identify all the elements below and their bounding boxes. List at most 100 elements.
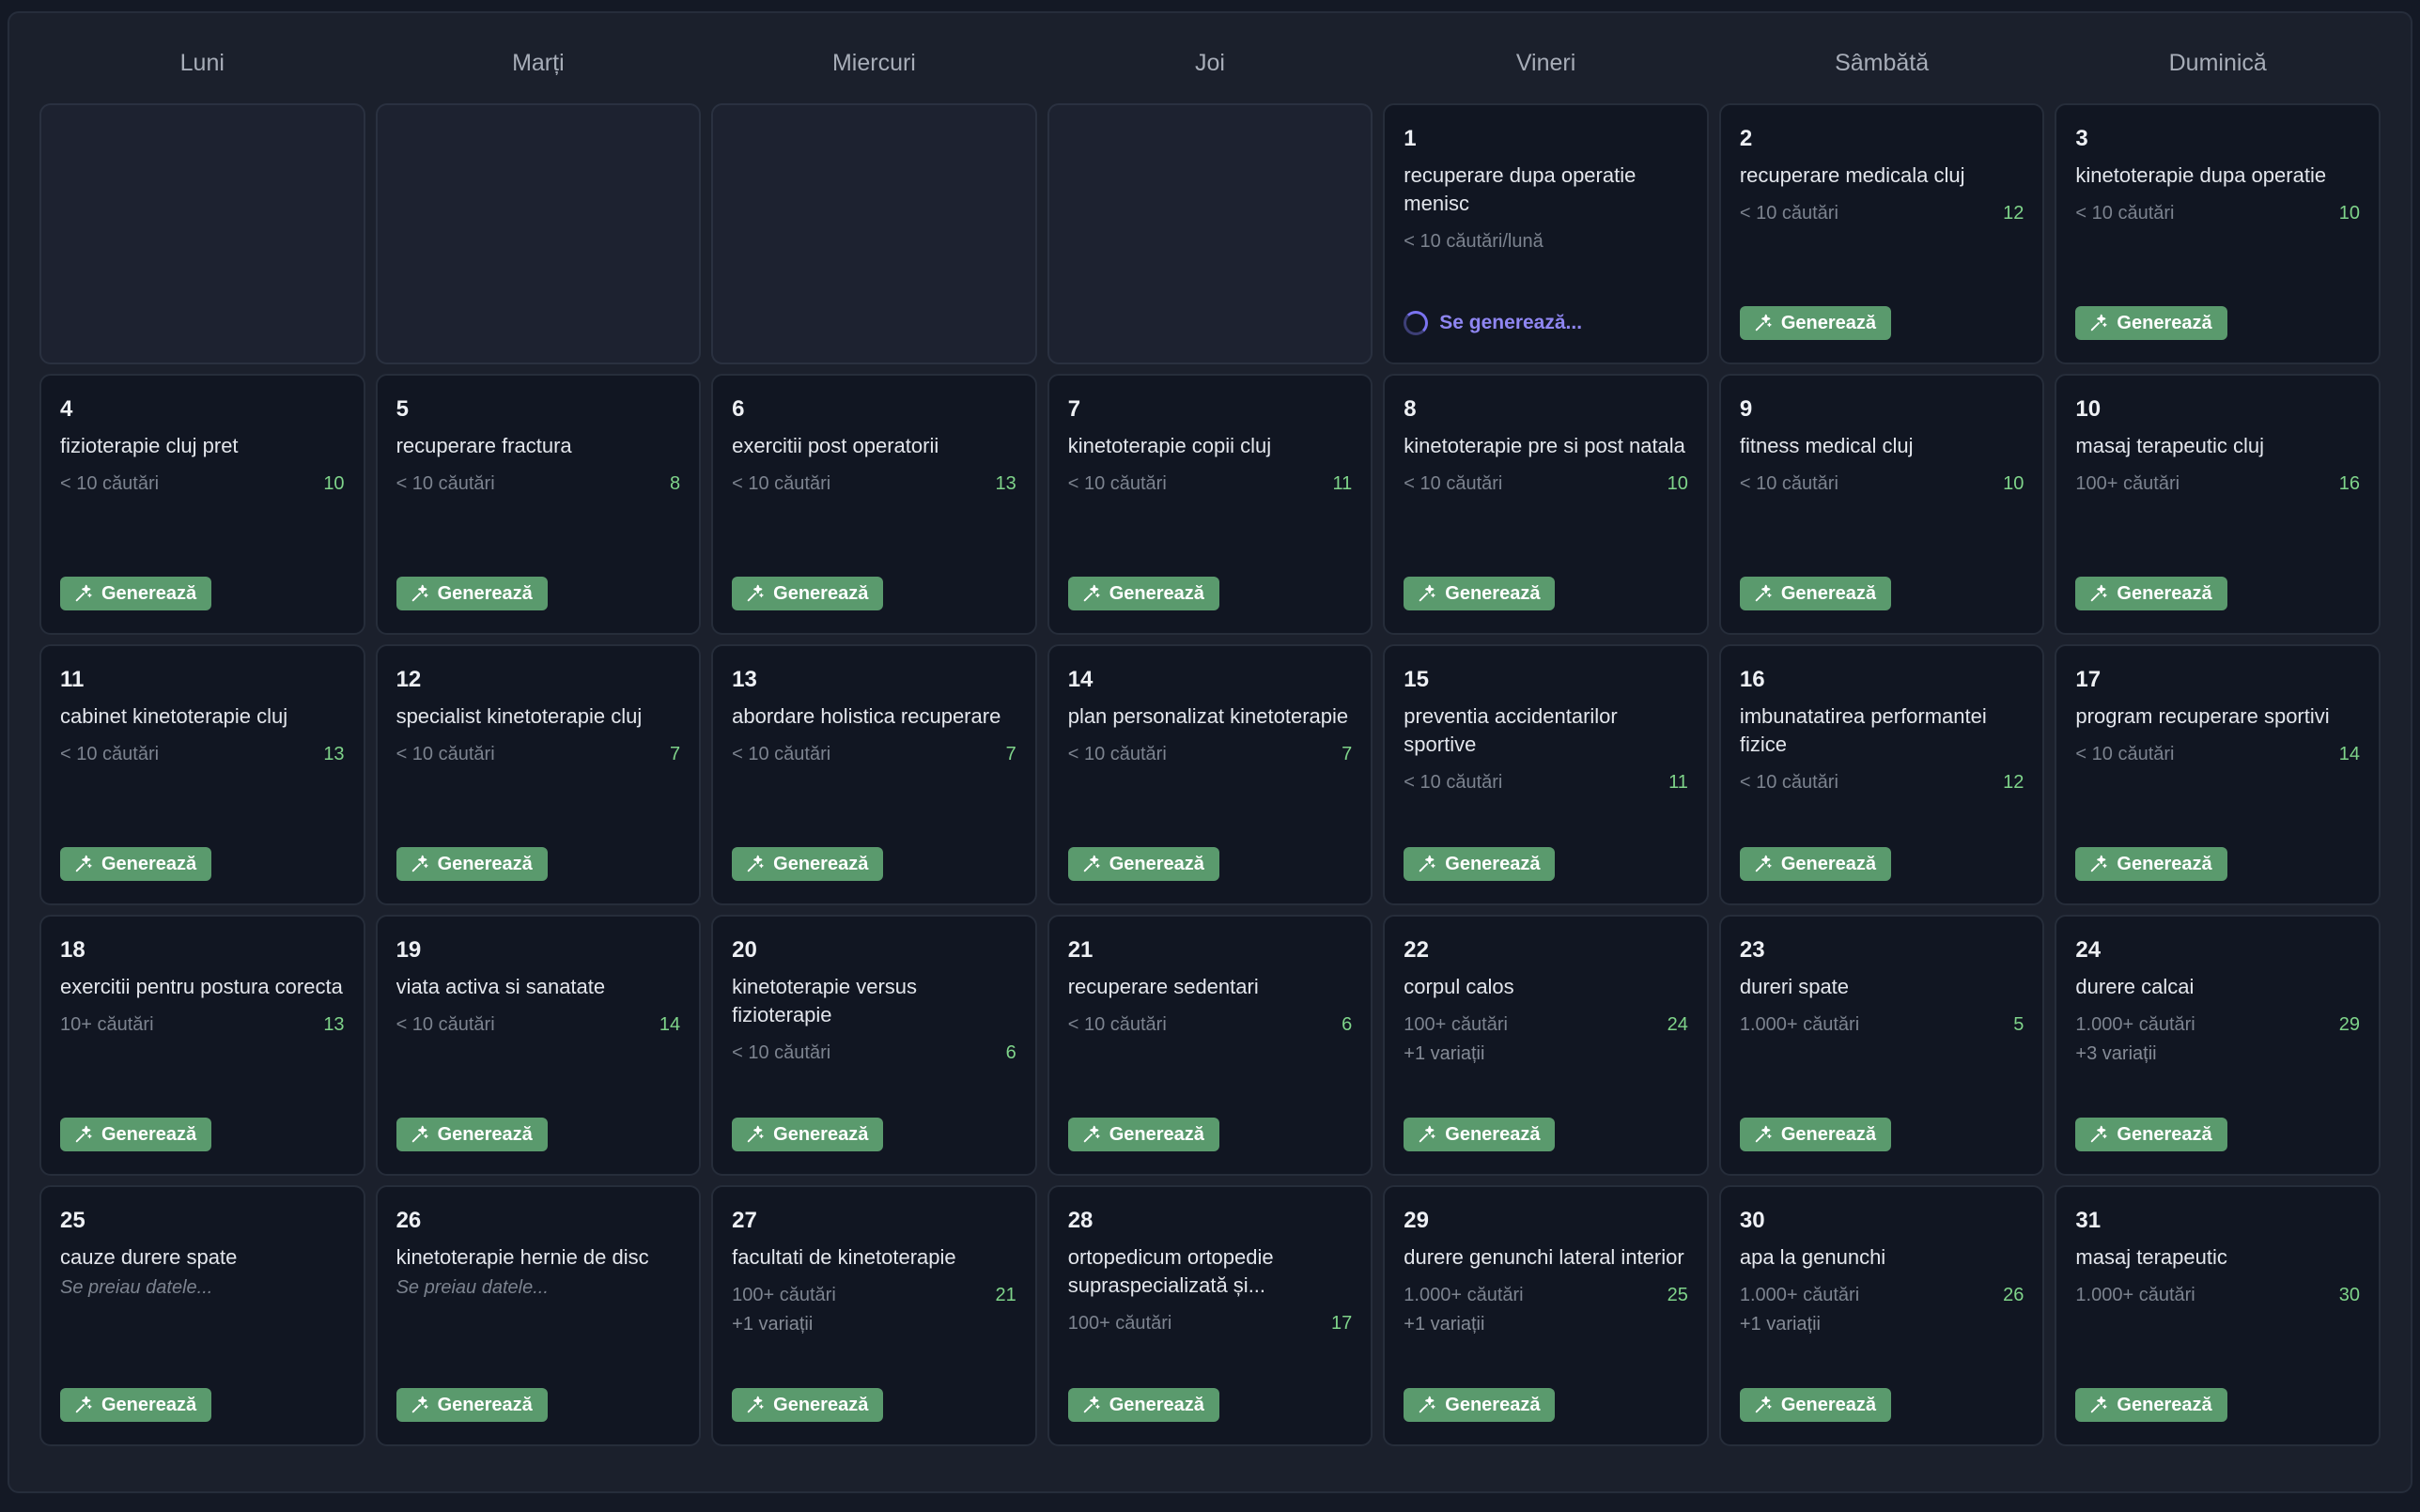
- day-cell: 10 masaj terapeutic cluj 100+ căutări 16 Gen…: [2055, 374, 2381, 635]
- generate-button[interactable]: Generează: [1739, 847, 1892, 881]
- generate-button[interactable]: Generează: [1067, 577, 1219, 610]
- keyword-meta: < 10 căutări 14: [2075, 744, 2360, 765]
- keyword-meta: < 10 căutări 12: [1740, 772, 2024, 794]
- keyword-title: abordare holistica recuperare: [732, 704, 1001, 728]
- generate-button[interactable]: Generează: [732, 847, 884, 881]
- generate-button-label: Generează: [1780, 853, 1877, 874]
- loading-text: Se preiau datele...: [396, 1277, 549, 1298]
- generate-button[interactable]: Generează: [1067, 1118, 1219, 1151]
- generate-button-label: Generează: [437, 582, 533, 604]
- sparkle-icon: [1417, 1124, 1437, 1145]
- generate-button[interactable]: Generează: [2075, 306, 2227, 340]
- keyword-score: 10: [1667, 473, 1688, 494]
- generate-button-label: Generează: [1445, 1394, 1541, 1415]
- weekday-label: Marți: [512, 49, 565, 76]
- keyword-title: preventia accidentarilor sportive: [1404, 704, 1618, 756]
- generate-button[interactable]: Generează: [60, 1118, 212, 1151]
- day-cell: 20 kinetoterapie versus fizioterapie < 10 …: [711, 915, 1037, 1176]
- generate-button[interactable]: Generează: [60, 577, 212, 610]
- day-number: 2: [1739, 126, 1753, 151]
- generate-button-label: Generează: [1109, 853, 1204, 874]
- keyword-meta: < 10 căutări 11: [1068, 473, 1353, 495]
- generate-button[interactable]: Generează: [396, 1118, 548, 1151]
- sparkle-icon: [410, 583, 430, 604]
- search-volume: < 10 căutări: [60, 744, 160, 764]
- generate-button[interactable]: Generează: [396, 577, 548, 610]
- sparkle-icon: [2088, 1395, 2109, 1415]
- keyword-score: 26: [2003, 1285, 2024, 1305]
- generate-button[interactable]: Generează: [60, 1388, 212, 1422]
- generate-button[interactable]: Generează: [732, 1388, 884, 1422]
- day-number: 24: [2075, 937, 2102, 963]
- spinner-icon: [1404, 311, 1429, 335]
- day-number: 19: [396, 937, 422, 963]
- keyword-title: apa la genunchi: [1739, 1245, 1886, 1269]
- keyword-title: durere calcai: [2075, 975, 2195, 998]
- keyword-score: 7: [670, 744, 681, 764]
- generate-button[interactable]: Generează: [1067, 847, 1219, 881]
- search-volume: < 10 căutări: [396, 744, 495, 764]
- generate-button[interactable]: Generează: [2075, 847, 2227, 881]
- generate-button-label: Generează: [2117, 853, 2212, 874]
- keyword-score: 17: [1331, 1313, 1353, 1334]
- search-volume: 10+ căutări: [60, 1014, 154, 1035]
- keyword-score: 13: [995, 473, 1016, 494]
- search-volume: 1.000+ căutări: [1739, 1014, 1860, 1035]
- search-volume: < 10 căutări: [732, 473, 831, 494]
- sparkle-icon: [73, 583, 94, 604]
- day-number: 21: [1067, 937, 1094, 963]
- day-number: 27: [732, 1208, 757, 1233]
- day-number: 5: [396, 396, 409, 422]
- keyword-score: 11: [1668, 772, 1688, 793]
- keyword-title: exercitii post operatorii: [732, 434, 939, 457]
- generate-button-label: Generează: [1109, 1394, 1204, 1415]
- keyword-score: 10: [2338, 203, 2360, 224]
- generate-button[interactable]: Generează: [1404, 1388, 1556, 1422]
- generate-button-label: Generează: [773, 1123, 869, 1145]
- sparkle-icon: [1081, 583, 1102, 604]
- weekday-label: Sâmbătă: [1835, 49, 1930, 76]
- generate-button[interactable]: Generează: [2075, 1118, 2227, 1151]
- empty-day-cell: [39, 103, 365, 364]
- day-number: 6: [732, 396, 745, 422]
- generate-button[interactable]: Generează: [1404, 847, 1556, 881]
- generate-button[interactable]: Generează: [1739, 1388, 1892, 1422]
- generate-button[interactable]: Generează: [732, 577, 884, 610]
- keyword-meta: 100+ căutări 24: [1404, 1014, 1688, 1036]
- keyword-score: 6: [1342, 1014, 1353, 1035]
- generate-button-label: Generează: [1109, 582, 1204, 604]
- keyword-score: 12: [2003, 203, 2024, 224]
- day-cell: 6 exercitii post operatorii < 10 căutări 13…: [711, 374, 1037, 635]
- generate-button[interactable]: Generează: [1739, 577, 1892, 610]
- generate-button-label: Generează: [101, 853, 197, 874]
- generate-button[interactable]: Generează: [2075, 577, 2227, 610]
- generate-button[interactable]: Generează: [732, 1118, 884, 1151]
- generate-button[interactable]: Generează: [1739, 306, 1892, 340]
- sparkle-icon: [2088, 583, 2109, 604]
- keyword-title: program recuperare sportivi: [2075, 704, 2330, 728]
- keyword-meta: < 10 căutări 10: [1740, 473, 2024, 495]
- search-volume: < 10 căutări: [60, 473, 160, 494]
- generate-button-label: Generează: [1780, 312, 1877, 333]
- generate-button[interactable]: Generează: [1067, 1388, 1219, 1422]
- keyword-meta: < 10 căutări 12: [1740, 203, 2024, 224]
- keyword-title: specialist kinetoterapie cluj: [396, 704, 643, 728]
- generate-button[interactable]: Generează: [1739, 1118, 1892, 1151]
- search-volume: < 10 căutări: [1739, 473, 1838, 494]
- generate-button[interactable]: Generează: [60, 847, 212, 881]
- generate-button[interactable]: Generează: [1404, 1118, 1556, 1151]
- generate-button[interactable]: Generează: [396, 1388, 548, 1422]
- generate-button[interactable]: Generează: [396, 847, 548, 881]
- generate-button-label: Generează: [2117, 1123, 2212, 1145]
- day-cell: 21 recuperare sedentari < 10 căutări 6 Gener…: [1047, 915, 1373, 1176]
- keyword-title: cabinet kinetoterapie cluj: [60, 704, 288, 728]
- keyword-meta: 100+ căutări 21: [732, 1285, 1016, 1306]
- search-volume: < 10 căutări: [1404, 772, 1503, 793]
- keyword-title: recuperare fractura: [396, 434, 572, 457]
- generate-button[interactable]: Generează: [1404, 577, 1556, 610]
- generate-button[interactable]: Generează: [2075, 1388, 2227, 1422]
- search-volume: < 10 căutări: [2075, 203, 2175, 224]
- sparkle-icon: [73, 1124, 94, 1145]
- day-number: 7: [1067, 396, 1081, 422]
- keyword-score: 7: [1342, 744, 1353, 764]
